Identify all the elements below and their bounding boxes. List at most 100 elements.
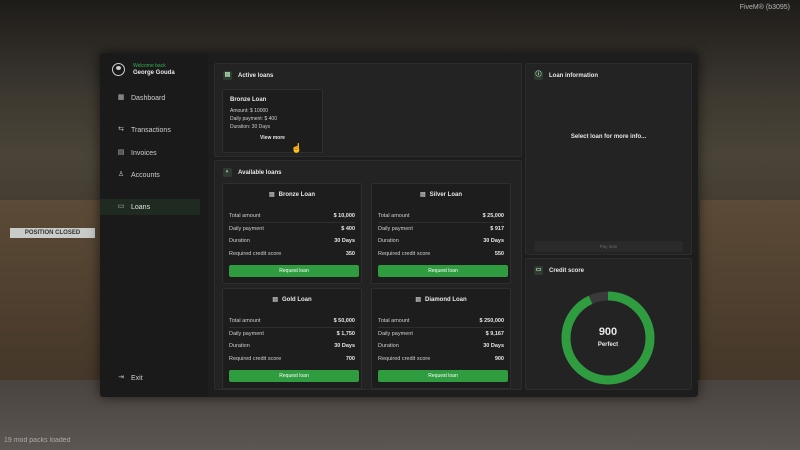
loan-total-row: Total amount $ 50,000 [229,318,355,328]
credit-score-title: Credit score [549,267,585,274]
loan-card-title: ▤ Gold Loan [223,296,361,303]
loan-name: Silver Loan [429,192,462,198]
loan-daily-row: Daily payment $ 9,167 [378,331,504,337]
credit-score-gauge: 900 Perfect [560,290,656,386]
loan-information-header: ⓘ Loan information [534,71,598,80]
loan-score-row: Required credit score 550 [378,251,504,257]
nav-transactions-label: Transactions [131,126,171,134]
fivem-version-label: FiveM® (b3095) [739,4,790,11]
loan-score-row: Required credit score 900 [378,356,504,362]
duration-value: 30 Days [334,238,355,244]
loan-information-panel: ⓘ Loan information Select loan for more … [525,63,692,255]
loan-info-empty-message: Select loan for more info... [570,134,647,140]
nav-exit[interactable]: ⇥ Exit [100,370,200,386]
score-label: Required credit score [378,356,431,362]
daily-value: $ 1,750 [336,331,355,337]
nav-invoices-label: Invoices [131,149,157,157]
score-value: 900 [494,356,504,362]
nav-loans[interactable]: ▭ Loans [100,199,200,215]
loan-daily-row: Daily payment $ 917 [378,226,504,232]
loan-card-title: ▤ Diamond Loan [372,296,510,303]
total-value: $ 10,000 [333,213,355,219]
request-loan-button[interactable]: Request loan [378,370,508,382]
available-loans-header: ◐ Available loans [223,168,281,177]
accounts-icon: ♙ [117,171,125,178]
loan-card-title: ▤ Silver Loan [372,191,510,198]
daily-label: Daily payment [378,331,413,337]
active-loans-panel: ▤ Active loans Bronze Loan Amount: $ 100… [214,63,522,157]
card-icon: ▭ [534,266,543,275]
loan-name: Diamond Loan [425,297,467,303]
loan-total-row: Total amount $ 10,000 [229,213,355,223]
nav-accounts[interactable]: ♙ Accounts [100,167,200,183]
active-loan-daily: Daily payment: $ 400 [230,116,277,122]
exit-icon: ⇥ [118,374,124,381]
daily-value: $ 9,167 [485,331,504,337]
daily-label: Daily payment [229,226,264,232]
duration-label: Duration [378,238,399,244]
user-info: Welcome back George Gouda [112,63,175,76]
daily-label: Daily payment [378,226,413,232]
document-icon: ▤ [268,192,275,198]
pay-loan-button[interactable]: Pay loan [534,241,683,252]
score-value: 350 [345,251,355,257]
score-label: Required credit score [229,251,282,257]
score-value: 700 [345,356,355,362]
loan-card-bronze: ▤ Bronze Loan Total amount $ 10,000 Daily … [222,183,362,284]
nav-loans-label: Loans [131,203,151,211]
request-loan-button[interactable]: Request loan [378,265,508,277]
credit-score-value: 900 [598,326,618,338]
active-loans-title: Active loans [238,72,274,79]
request-loan-button[interactable]: Request loan [229,370,359,382]
available-loans-panel: ◐ Available loans ▤ Bronze Loan Total amo… [214,160,522,390]
nav-accounts-label: Accounts [131,171,160,179]
loan-card-title: ▤ Bronze Loan [223,191,361,198]
total-value: $ 250,000 [479,318,504,324]
credit-score-ring [561,291,655,385]
loan-daily-row: Daily payment $ 400 [229,226,355,232]
document-icon: ▤ [419,192,426,198]
loan-total-row: Total amount $ 25,000 [378,213,504,223]
nav-dashboard-label: Dashboard [131,94,166,102]
credit-score-header: ▭ Credit score [534,266,584,275]
active-loan-card[interactable]: Bronze Loan Amount: $ 10000 Daily paymen… [222,89,323,153]
loans-icon: ▭ [117,203,125,210]
banking-app-window: Welcome back George Gouda ▦ Dashboard ⇆ … [100,53,698,397]
credit-score-panel: ▭ Credit score 900 Perfect [525,258,692,390]
daily-value: $ 917 [490,226,504,232]
document-icon: ▤ [223,71,232,80]
dashboard-icon: ▦ [117,94,125,101]
duration-label: Duration [229,238,250,244]
active-loan-duration: Duration: 30 Days [230,124,271,130]
duration-value: 30 Days [483,238,504,244]
document-icon: ▤ [415,297,421,303]
info-icon: ⓘ [534,71,543,80]
loan-name: Gold Loan [282,297,312,303]
mouse-cursor-icon: ☝ [291,143,303,153]
duration-label: Duration [229,343,250,349]
transactions-icon: ⇆ [118,126,124,133]
loan-duration-row: Duration 30 Days [229,343,355,349]
request-loan-button[interactable]: Request loan [229,265,359,277]
total-label: Total amount [229,213,261,219]
loan-card-diamond: ▤ Diamond Loan Total amount $ 250,000 Dail… [371,288,511,389]
invoice-icon: ▤ [117,149,125,156]
loan-duration-row: Duration 30 Days [378,343,504,349]
total-value: $ 50,000 [333,318,355,324]
nav-dashboard[interactable]: ▦ Dashboard [100,90,200,106]
total-label: Total amount [378,318,410,324]
total-label: Total amount [229,318,261,324]
welcome-text: Welcome back [133,63,166,69]
view-more-button[interactable]: View more [223,135,322,141]
coin-icon: ◐ [223,168,232,177]
loan-information-title: Loan information [549,72,598,79]
loan-duration-row: Duration 30 Days [378,238,504,244]
available-loans-title: Available loans [238,169,282,176]
duration-label: Duration [378,343,399,349]
nav-transactions[interactable]: ⇆ Transactions [100,122,200,138]
duration-value: 30 Days [483,343,504,349]
gauge-fill [561,291,655,385]
score-value: 550 [494,251,504,257]
nav-invoices[interactable]: ▤ Invoices [100,145,200,161]
mod-packs-label: 19 mod packs loaded [4,437,71,444]
